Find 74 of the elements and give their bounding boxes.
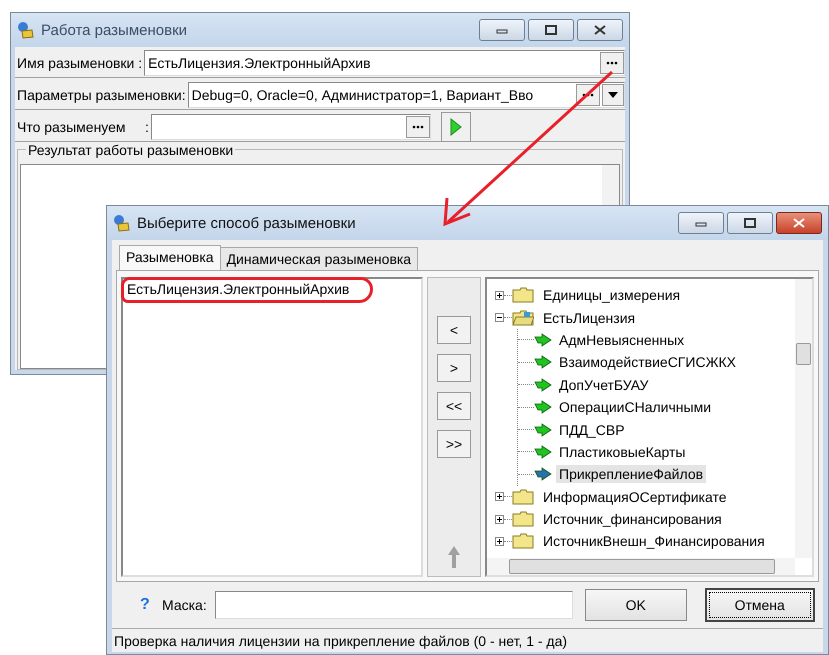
vertical-scrollbar[interactable]	[795, 279, 812, 558]
close-button[interactable]	[776, 212, 822, 234]
tree-item[interactable]: ЕстьЛицензия	[540, 308, 638, 327]
dialog-button[interactable]: OK	[584, 589, 687, 621]
play-icon	[450, 118, 462, 136]
tab[interactable]: Динамическая разыменовка	[220, 247, 418, 270]
ellipsis-icon	[606, 61, 618, 65]
folder-icon	[512, 488, 534, 505]
maximize-icon	[545, 25, 557, 35]
tree-item[interactable]: ИсточникВнешн_Финансирования	[540, 532, 768, 550]
move-button[interactable]: <<	[437, 392, 471, 420]
run-button[interactable]	[440, 112, 471, 142]
arrow-icon	[534, 400, 552, 414]
arrow-icon	[534, 332, 552, 347]
arrow-icon	[534, 444, 552, 459]
expander-icon[interactable]	[495, 313, 504, 322]
tree-item[interactable]: ПластиковыеКарты	[556, 442, 688, 461]
window-title: Выберите способ разыменовки	[137, 214, 357, 232]
app-icon	[17, 21, 35, 39]
field-label: Имя разыменовки :	[17, 55, 142, 71]
minimize-button[interactable]	[678, 212, 724, 234]
mask-input-field[interactable]	[214, 591, 573, 619]
expander-icon[interactable]	[495, 290, 504, 300]
arrow-icon	[534, 467, 552, 482]
arrow-icon	[534, 355, 552, 370]
tree-item[interactable]: Единицы_измерения	[540, 286, 684, 304]
tree-item[interactable]: ИнформацияОСертификате	[540, 488, 730, 506]
minimize-button[interactable]	[479, 19, 525, 41]
input-field[interactable]: ЕстьЛицензия.ЭлектронныйАрхив	[144, 50, 625, 76]
field-label: Параметры разыменовки:	[17, 87, 186, 103]
dropdown-button[interactable]	[602, 84, 624, 106]
tree-item[interactable]: ДопУчетБУАУ	[556, 376, 652, 394]
tab[interactable]: Разыменовка	[119, 245, 221, 270]
ellipsis-icon	[582, 93, 594, 97]
move-button[interactable]: <	[437, 316, 471, 344]
input-field[interactable]: Debug=0, Oracle=0, Администратор=1, Вариант_Вво	[188, 82, 625, 108]
list-item[interactable]: ЕстьЛицензия.ЭлектронныйАрхив	[127, 281, 350, 297]
move-button[interactable]: >	[437, 354, 471, 382]
app-icon	[113, 214, 131, 232]
status-bar: Проверка наличия лицензии на прикрепление файлов (0 - нет, 1 - да)	[112, 628, 823, 652]
close-button[interactable]	[577, 19, 623, 41]
maximize-button[interactable]	[528, 19, 574, 41]
input-field[interactable]	[150, 114, 431, 140]
folder-icon	[512, 511, 534, 528]
window-title: Работа разыменовки	[41, 22, 188, 38]
tree-item[interactable]: ОперацииСНаличными	[556, 398, 714, 416]
dialog-button[interactable]: Отмена	[704, 588, 815, 622]
folder-icon	[512, 287, 534, 304]
caret-icon	[608, 92, 618, 98]
tree-item[interactable]: АдмНевыясненных	[556, 330, 688, 349]
maximize-icon	[744, 218, 756, 228]
browse-button[interactable]	[406, 116, 430, 138]
tree-item[interactable]: Источник_финансирования	[540, 510, 725, 528]
arrow-icon	[534, 422, 552, 437]
maximize-button[interactable]	[727, 212, 773, 234]
folder-icon	[512, 533, 534, 550]
open-folder-icon	[512, 310, 534, 326]
close-icon	[594, 25, 606, 35]
tree-item[interactable]: ПДД_СВР	[556, 420, 628, 439]
tree-item[interactable]: ПрикреплениеФайлов	[556, 465, 706, 484]
expander-icon[interactable]	[495, 536, 504, 546]
move-button[interactable]: >>	[437, 430, 471, 458]
ellipsis-icon	[412, 125, 424, 129]
expander-icon[interactable]	[495, 514, 504, 524]
expander-icon[interactable]	[495, 492, 504, 502]
tree-item[interactable]: ВзаимодействиеСГИСЖКХ	[556, 353, 739, 372]
mask-label: Маска:	[162, 597, 207, 613]
arrow-icon	[534, 378, 552, 392]
help-icon[interactable]: ?	[140, 596, 154, 614]
field-label: Что разыменуем :	[17, 119, 149, 135]
close-icon	[793, 218, 805, 228]
browse-button[interactable]	[600, 52, 624, 74]
horizontal-scrollbar[interactable]	[487, 558, 795, 575]
group-title: Результат работы разыменовки	[26, 142, 236, 158]
